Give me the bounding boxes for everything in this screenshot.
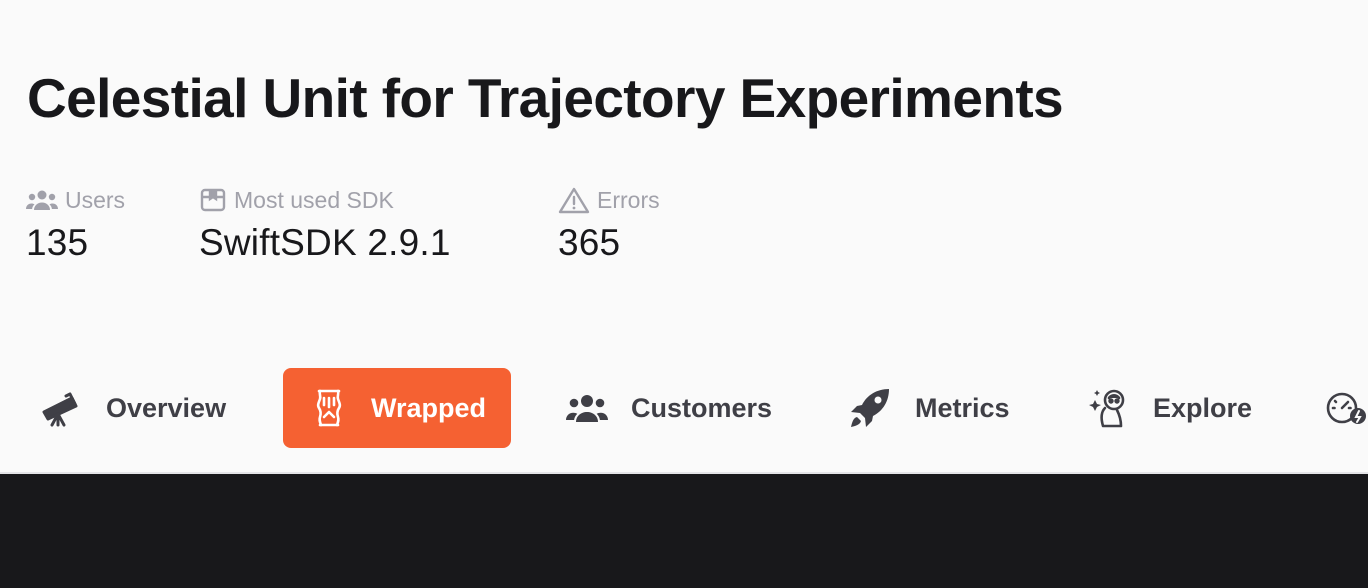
stat-users: Users 135 xyxy=(26,184,125,264)
tab-customers[interactable]: Customers xyxy=(565,368,791,448)
stat-most-used-sdk: Most used SDK SwiftSDK 2.9.1 xyxy=(199,184,451,264)
tab-overview[interactable]: Overview xyxy=(38,368,248,448)
package-icon xyxy=(199,186,227,214)
page-title: Celestial Unit for Trajectory Experiment… xyxy=(27,67,1064,129)
tab-explore[interactable]: Explore xyxy=(1087,368,1267,448)
tab-wrapped[interactable]: Wrapped xyxy=(283,368,511,448)
project-tabs: Overview Wrapped Customers Metrics Explo… xyxy=(0,368,1368,448)
stat-value: SwiftSDK 2.9.1 xyxy=(199,222,451,263)
stat-label: Users xyxy=(65,186,126,213)
users-icon xyxy=(26,188,58,212)
tab-label: Customers xyxy=(631,392,773,423)
stat-errors: Errors 365 xyxy=(558,184,660,264)
page: Celestial Unit for Trajectory Experiment… xyxy=(0,0,1368,588)
rocket-icon xyxy=(848,386,892,430)
tab-label: Wrapped xyxy=(371,392,487,423)
project-header: Celestial Unit for Trajectory Experiment… xyxy=(0,0,1368,472)
stat-value: 135 xyxy=(26,222,89,263)
stat-label: Errors xyxy=(597,186,660,213)
warning-icon xyxy=(558,186,590,214)
stat-label: Most used SDK xyxy=(234,186,394,213)
wrapped-icon xyxy=(307,386,351,430)
tab-label: Explore xyxy=(1153,392,1253,423)
telescope-icon xyxy=(38,386,82,430)
explore-icon xyxy=(1087,386,1131,430)
gauge-icon xyxy=(1324,386,1368,430)
content-panel xyxy=(0,474,1368,588)
tab-label: Overview xyxy=(106,392,227,423)
tab-more[interactable] xyxy=(1324,368,1368,448)
tab-label: Metrics xyxy=(915,392,1010,423)
users-icon xyxy=(565,386,609,430)
stat-value: 365 xyxy=(558,222,621,263)
tab-metrics[interactable]: Metrics xyxy=(848,368,1028,448)
